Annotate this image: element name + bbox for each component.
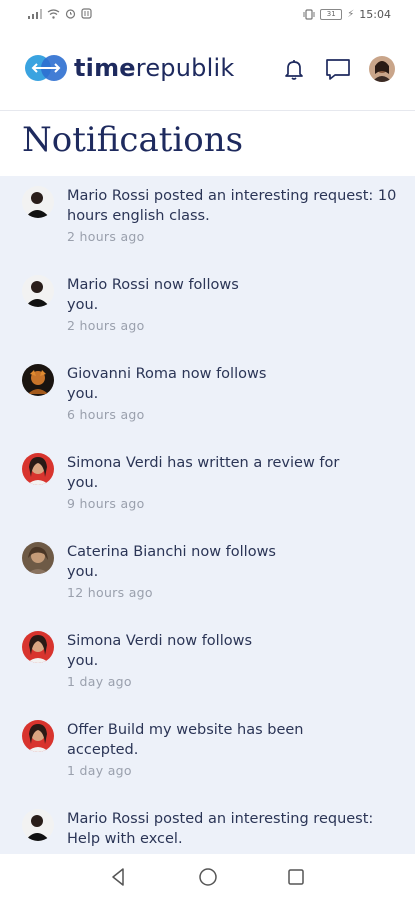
notification-time: 12 hours ago [67,585,153,600]
notification-text: Caterina Bianchi now follows you. [67,544,276,580]
notification-time: 2 hours ago [67,229,145,244]
notification-item[interactable]: Mario Rossi posted an interesting reques… [0,799,415,854]
signal-icon [28,8,42,19]
timerepublik-logo[interactable]: timerepublik [24,54,234,82]
charging-icon: ⚡ [347,9,355,20]
status-icons-right: 31 ⚡ 15:04 [303,8,391,21]
recents-icon[interactable] [285,866,307,888]
vibrate-icon [303,9,315,20]
notification-item[interactable]: Mario Rossi now follows you. 2 hours ago [0,265,415,354]
logo-icon [25,55,67,81]
bell-icon[interactable] [281,56,307,82]
notification-item[interactable]: Offer Build my website has been accepted… [0,710,415,799]
notification-time: 1 day ago [67,674,132,689]
avatar [22,809,54,841]
notification-item[interactable]: Giovanni Roma now follows you. 6 hours a… [0,354,415,443]
notification-text: Mario Rossi now follows you. [67,277,239,313]
notification-text: Mario Rossi posted an interesting reques… [67,811,374,847]
avatar [22,453,54,485]
notification-time: 9 hours ago [67,496,145,511]
avatar [22,364,54,396]
notification-text: Mario Rossi posted an interesting reques… [67,188,397,224]
status-bar: 31 ⚡ 15:04 [0,0,415,32]
wifi-icon [47,8,60,19]
clock: 15:04 [359,8,391,21]
avatar [22,542,54,574]
avatar [22,275,54,307]
alarm-icon [65,9,76,19]
notification-list[interactable]: Mario Rossi posted an interesting reques… [0,176,415,854]
battery-icon: 31 [320,9,343,20]
notification-text: Simona Verdi now follows you. [67,633,253,669]
nfc-icon [81,8,92,19]
page-title: Notifications [22,120,244,160]
avatar [22,186,54,218]
notification-item[interactable]: Caterina Bianchi now follows you. 12 hou… [0,532,415,621]
notification-time: 1 day ago [67,763,132,778]
notification-text: Offer Build my website has been accepted… [67,722,304,758]
notification-item[interactable]: Mario Rossi posted an interesting reques… [0,176,415,265]
user-avatar[interactable] [369,56,395,82]
back-icon[interactable] [108,866,130,888]
notification-item[interactable]: Simona Verdi now follows you. 1 day ago [0,621,415,710]
brand-name: timerepublik [74,54,235,82]
header-actions [281,56,395,82]
home-icon[interactable] [197,866,219,888]
notification-time: 6 hours ago [67,407,145,422]
notification-item[interactable]: Simona Verdi has written a review for yo… [0,443,415,532]
app-header: timerepublik [0,32,415,111]
system-nav-bar [0,854,415,900]
notification-time: 2 hours ago [67,318,145,333]
avatar [22,720,54,752]
messages-icon[interactable] [325,56,351,82]
notification-text: Giovanni Roma now follows you. [67,366,267,402]
avatar [22,631,54,663]
status-icons-left [28,8,92,19]
notification-text: Simona Verdi has written a review for yo… [67,455,340,491]
